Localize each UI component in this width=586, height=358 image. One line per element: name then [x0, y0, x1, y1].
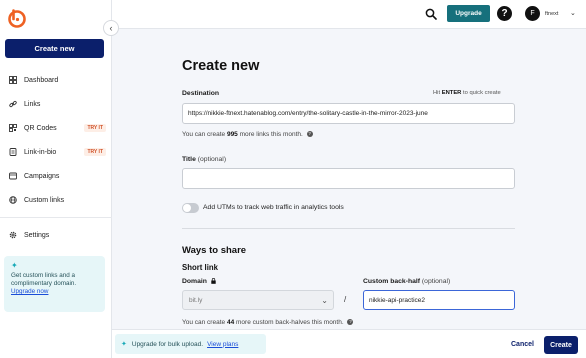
bulk-upload-promo: ✦ Upgrade for bulk upload. View plans	[115, 334, 266, 354]
create-link-form: Create new Destination Hit ENTER to quic…	[112, 29, 586, 329]
backhalves-remaining-count: 44	[226, 319, 235, 326]
search-icon[interactable]	[425, 8, 437, 20]
links-remaining-helper: You can create 995 more links this month…	[182, 131, 313, 138]
gear-icon	[9, 231, 17, 239]
upgrade-now-link[interactable]: Upgrade now	[11, 288, 48, 295]
title-label: Title (optional)	[182, 156, 226, 163]
dashboard-icon	[9, 76, 17, 84]
info-icon[interactable]: ?	[347, 319, 354, 326]
sparkle-icon: ✦	[121, 341, 127, 348]
helper-text: You can create	[182, 131, 226, 138]
backhalves-remaining-helper: You can create 44 more custom back-halve…	[182, 319, 354, 326]
sidebar-item-link-in-bio[interactable]: Link-in-bio TRY IT	[0, 140, 112, 164]
domain-select[interactable]: bit.ly ⌄	[182, 290, 334, 310]
ways-to-share-title: Ways to share	[182, 245, 247, 256]
qr-icon	[9, 124, 17, 132]
helper-text: more links this month.	[239, 131, 303, 138]
optional-text: (optional)	[421, 278, 451, 285]
campaigns-icon	[9, 172, 17, 180]
utm-toggle-label: Add UTMs to track web traffic in analyti…	[203, 204, 344, 211]
cancel-button[interactable]: Cancel	[511, 341, 534, 348]
backhalf-label: Custom back-half (optional)	[363, 278, 450, 285]
short-link-title: Short link	[182, 263, 218, 272]
create-button[interactable]: Create	[544, 336, 578, 354]
backhalf-value: nikkie-api-practice2	[369, 296, 425, 304]
links-remaining-count: 995	[226, 131, 238, 138]
custom-links-icon	[9, 196, 17, 204]
domain-label: Domain	[182, 278, 216, 285]
bottom-bar: ✦ Upgrade for bulk upload. View plans Ca…	[112, 329, 586, 358]
sidebar-item-qr-codes[interactable]: QR Codes TRY IT	[0, 116, 112, 140]
sidebar-item-campaigns[interactable]: Campaigns	[0, 164, 112, 188]
upgrade-button[interactable]: Upgrade	[447, 5, 490, 22]
sidebar-item-custom-links[interactable]: Custom links	[0, 188, 112, 212]
title-input[interactable]	[182, 168, 515, 189]
chevron-down-icon: ⌄	[321, 296, 328, 305]
info-icon[interactable]: ?	[306, 131, 313, 138]
section-divider	[182, 228, 515, 229]
bulk-text: Upgrade for bulk upload.	[131, 340, 204, 348]
sidebar-item-label: Dashboard	[24, 76, 59, 84]
domain-value: bit.ly	[189, 296, 203, 304]
upgrade-promo: ✦ Get custom links and a complimentary d…	[4, 256, 105, 312]
destination-label: Destination	[182, 90, 220, 97]
utm-toggle[interactable]	[182, 203, 199, 213]
hint-post: to quick create	[463, 90, 501, 96]
try-it-badge: TRY IT	[84, 124, 106, 132]
sidebar-item-label: Campaigns	[24, 172, 60, 180]
avatar[interactable]: F	[525, 6, 540, 21]
collapse-sidebar-button[interactable]: ‹	[103, 20, 119, 36]
sidebar-item-label: QR Codes	[24, 124, 57, 132]
sidebar-item-label: Custom links	[24, 196, 65, 204]
path-separator: /	[344, 295, 347, 304]
link-icon	[9, 100, 17, 108]
helper-text: more custom back-halves this month.	[236, 319, 344, 326]
create-new-button[interactable]: Create new	[5, 39, 104, 58]
enter-key: ENTER	[441, 90, 462, 96]
sidebar-item-links[interactable]: Links	[0, 92, 112, 116]
lock-icon	[211, 278, 216, 285]
sidebar-item-dashboard[interactable]: Dashboard	[0, 68, 112, 92]
help-icon[interactable]: ?	[497, 6, 512, 21]
promo-text: Get custom links and a complimentary dom…	[11, 272, 77, 287]
destination-value: https://nikkie-ftnext.hatenablog.com/ent…	[188, 110, 428, 117]
sidebar-item-label: Settings	[24, 231, 50, 239]
backhalf-input[interactable]: nikkie-api-practice2	[363, 290, 515, 310]
chevron-left-icon: ‹	[109, 23, 113, 33]
title-label-text: Title	[182, 156, 196, 163]
chevron-down-icon[interactable]: ⌄	[570, 9, 576, 17]
link-in-bio-icon	[9, 148, 17, 156]
sidebar-divider	[0, 217, 112, 218]
top-bar: Upgrade ? F ftnext ⌄	[112, 0, 586, 29]
destination-input[interactable]: https://nikkie-ftnext.hatenablog.com/ent…	[182, 103, 515, 124]
sidebar-item-label: Links	[24, 100, 41, 108]
sidebar: Create new Dashboard Links QR Codes TRY	[0, 0, 112, 358]
domain-label-text: Domain	[182, 278, 207, 285]
view-plans-link[interactable]: View plans	[207, 341, 238, 348]
sidebar-nav: Dashboard Links QR Codes TRY IT Link-in-…	[0, 68, 112, 247]
sparkle-icon: ✦	[11, 261, 18, 270]
quick-create-hint: Hit ENTER to quick create	[433, 90, 501, 96]
user-name[interactable]: ftnext	[545, 11, 558, 17]
hint-pre: Hit	[433, 90, 441, 96]
bitly-logo[interactable]	[7, 8, 27, 28]
app-root: Create new Dashboard Links QR Codes TRY	[0, 0, 586, 358]
backhalf-label-text: Custom back-half	[363, 278, 421, 285]
helper-text: You can create	[182, 319, 226, 326]
optional-text: (optional)	[197, 156, 227, 163]
sidebar-item-settings[interactable]: Settings	[0, 223, 112, 247]
page-title: Create new	[182, 58, 260, 74]
try-it-badge: TRY IT	[84, 148, 106, 156]
sidebar-item-label: Link-in-bio	[24, 148, 57, 156]
